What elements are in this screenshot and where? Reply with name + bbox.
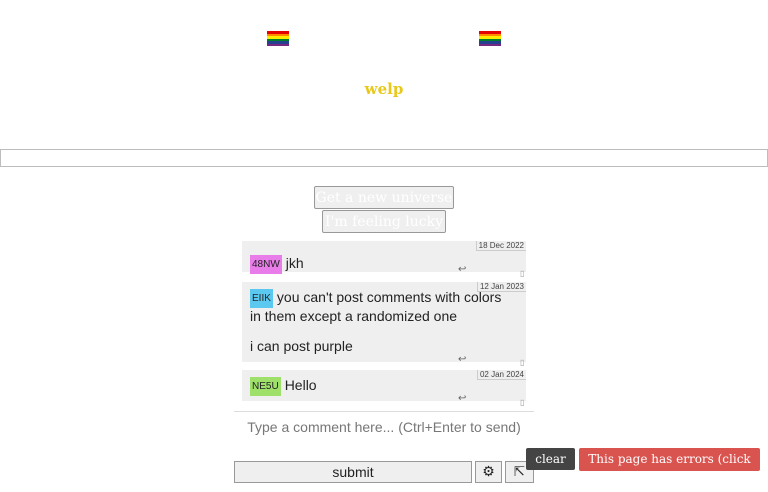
comment-input[interactable]: Type a comment here... (Ctrl+Enter to se…: [234, 411, 534, 448]
rainbow-flag-icon: [479, 31, 501, 46]
comment-text: you can't post comments with colors in t…: [250, 289, 502, 324]
comment-item: 02 Jan 2024 NE5U Hello ↩ ▯: [242, 370, 526, 407]
clear-button[interactable]: clear: [526, 448, 575, 470]
more-icon[interactable]: ▯: [520, 358, 524, 367]
rainbow-flag-icon: [267, 31, 289, 46]
comment-list: 18 Dec 2022 48NW jkh ↩ ▯ 12 Jan 2023 EIIK…: [234, 233, 534, 410]
more-icon[interactable]: ▯: [520, 398, 524, 407]
feeling-lucky-button[interactable]: I'm feeling lucky: [322, 210, 446, 233]
page-title: welp: [364, 80, 404, 98]
more-icon[interactable]: ▯: [520, 269, 524, 278]
comment-text: Hello: [284, 377, 317, 393]
reply-icon[interactable]: ↩: [458, 264, 466, 275]
user-tag[interactable]: EIIK: [250, 289, 273, 308]
page-errors-button[interactable]: This page has errors (click here): [579, 448, 760, 488]
new-universe-button[interactable]: Get a new universe: [314, 186, 454, 209]
comment-text: jkh: [285, 255, 304, 271]
url-input[interactable]: [0, 149, 768, 167]
comment-item: 18 Dec 2022 48NW jkh ↩ ▯: [242, 241, 526, 278]
reply-icon[interactable]: ↩: [458, 393, 466, 404]
comment-text: i can post purple: [250, 338, 353, 354]
comment-item: 12 Jan 2023 EIIK you can't post comments …: [242, 282, 526, 367]
comment-date: 18 Dec 2022: [475, 241, 526, 251]
user-tag[interactable]: NE5U: [250, 377, 281, 396]
user-tag[interactable]: 48NW: [250, 255, 282, 274]
reply-icon[interactable]: ↩: [458, 354, 466, 365]
